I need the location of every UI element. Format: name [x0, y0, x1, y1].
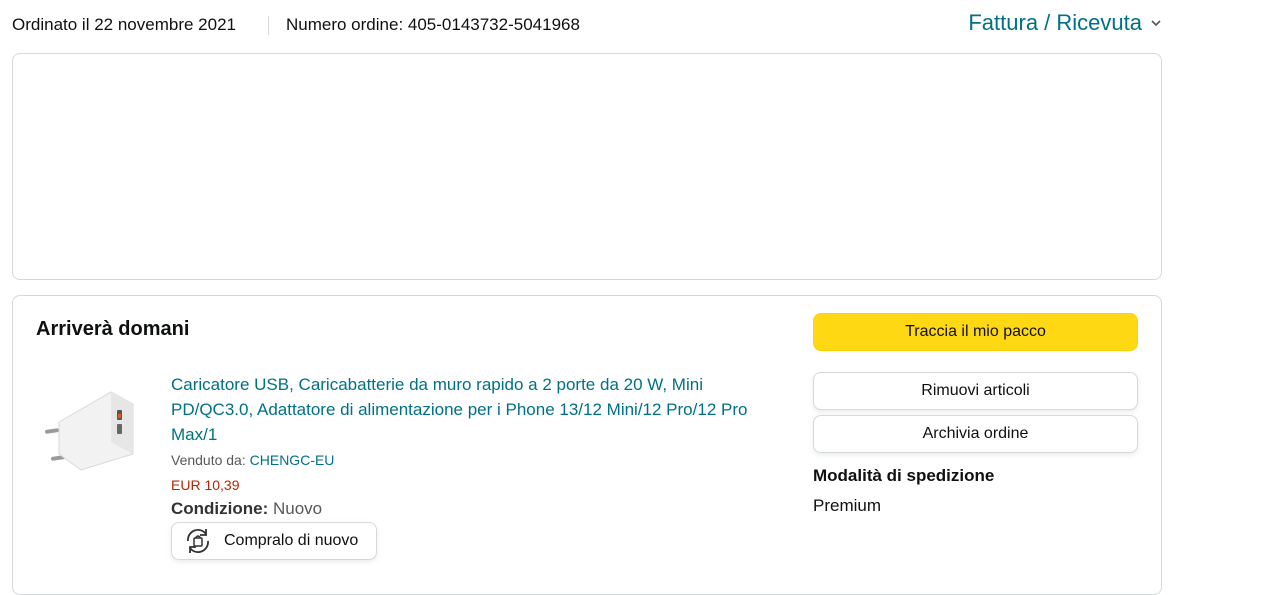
- chevron-down-icon: [1151, 20, 1161, 27]
- order-date: Ordinato il 22 novembre 2021: [12, 15, 236, 34]
- sold-by-label: Venduto da:: [171, 452, 246, 468]
- product-condition: Condizione: Nuovo: [171, 499, 322, 519]
- buy-again-label: Compralo di nuovo: [224, 532, 359, 549]
- track-package-button[interactable]: Traccia il mio pacco: [813, 313, 1138, 351]
- order-header: Ordinato il 22 novembre 2021 Numero ordi…: [12, 10, 1162, 40]
- header-divider: [268, 16, 269, 35]
- condition-label: Condizione:: [171, 499, 269, 518]
- product-title-link[interactable]: Caricatore USB, Caricabatterie da muro r…: [171, 372, 771, 447]
- shipping-method-value: Premium: [813, 496, 882, 515]
- buy-again-icon: [187, 529, 209, 553]
- shipping-method-title: Modalità di spedizione: [813, 466, 995, 485]
- product-price: EUR 10,39: [171, 477, 240, 493]
- product-image[interactable]: [41, 384, 141, 474]
- invoice-receipt-label: Fattura / Ricevuta: [968, 10, 1142, 35]
- archive-order-button[interactable]: Archivia ordine: [813, 415, 1138, 453]
- buy-again-button[interactable]: Compralo di nuovo: [171, 522, 377, 560]
- empty-content-box: [12, 53, 1162, 280]
- shipment-card: Arriverà domani Caricatore USB, Caricaba…: [12, 295, 1162, 595]
- seller-link[interactable]: CHENGC-EU: [250, 452, 335, 468]
- order-number: Numero ordine: 405-0143732-5041968: [286, 15, 580, 34]
- delivery-status: Arriverà domani: [36, 318, 190, 340]
- sold-by: Venduto da: CHENGC-EU: [171, 452, 334, 468]
- remove-items-button[interactable]: Rimuovi articoli: [813, 372, 1138, 410]
- invoice-receipt-link[interactable]: Fattura / Ricevuta: [968, 10, 1162, 36]
- condition-value: Nuovo: [273, 499, 323, 518]
